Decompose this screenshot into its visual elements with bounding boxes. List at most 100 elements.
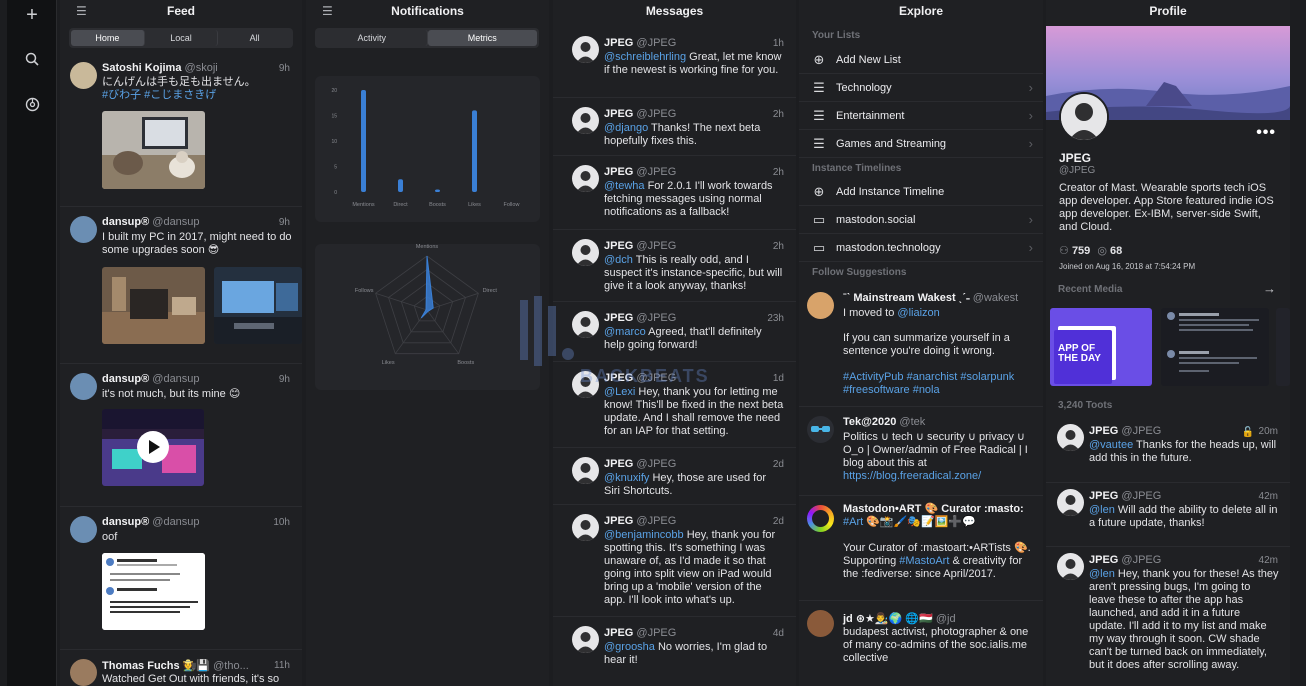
suggestion-link[interactable]: @liaizon	[897, 307, 939, 319]
message-item[interactable]: JPEG @JPEG 2h @dch This is really odd, and…	[553, 231, 796, 302]
profile-avatar[interactable]	[1059, 92, 1109, 142]
message-author[interactable]: JPEG	[604, 515, 633, 527]
arrow-right-icon[interactable]: →	[1263, 281, 1276, 296]
avatar[interactable]	[70, 216, 97, 243]
suggestion-link[interactable]: #MastoArt	[899, 555, 949, 567]
suggestion-link[interactable]: https://blog.freeradical.zone/	[843, 470, 981, 482]
suggestion-item[interactable]: Tek@2020 @tek Politics ∪ tech ∪ security…	[799, 408, 1043, 496]
suggestion-item[interactable]: ˉˋ Mainstream Wakest ˎˊ˗ @wakest I moved…	[799, 284, 1043, 407]
message-author[interactable]: JPEG	[604, 108, 633, 120]
tab-metrics[interactable]: Metrics	[427, 30, 537, 46]
tab-home[interactable]: Home	[71, 30, 145, 46]
avatar[interactable]	[572, 165, 599, 192]
settings-icon[interactable]	[7, 97, 57, 115]
avatar[interactable]	[807, 292, 834, 319]
message-mention[interactable]: @knuxify	[604, 472, 649, 484]
message-mention[interactable]: @tewha	[604, 180, 645, 192]
list-item-entertainment[interactable]: ☰ Entertainment ›	[799, 102, 1043, 130]
post-video[interactable]	[102, 409, 204, 486]
avatar[interactable]	[1057, 424, 1084, 451]
post-author[interactable]: Satoshi Kojima	[102, 62, 181, 74]
toot-item[interactable]: JPEG @JPEG 🔓 20m @vautee Thanks for the hea…	[1046, 418, 1290, 483]
post-hashtags[interactable]: #びわ子 #こじまさきげ	[102, 89, 292, 102]
feed-post[interactable]: Thomas Fuchs 🧑‍🌾💾 @tho... 11h Watched Ge…	[60, 651, 302, 686]
post-author[interactable]: dansup®	[102, 216, 149, 228]
toot-mention[interactable]: @len	[1089, 504, 1115, 516]
toot-item[interactable]: JPEG @JPEG 42m @len Hey, thank you for the…	[1046, 547, 1290, 686]
suggestion-name[interactable]: Mastodon•ART 🎨 Curator :masto:	[843, 503, 1024, 515]
avatar[interactable]	[70, 516, 97, 543]
instance-mastodon-technology[interactable]: ▭ mastodon.technology ›	[799, 234, 1043, 262]
message-mention[interactable]: @schreiblehrling	[604, 51, 686, 63]
avatar[interactable]	[1057, 553, 1084, 580]
followers-count[interactable]: 68	[1110, 245, 1122, 257]
feed-post[interactable]: dansup® @dansup 9h it's not much, but it…	[60, 365, 302, 507]
message-mention[interactable]: @dch	[604, 254, 633, 266]
suggestion-name[interactable]: ˉˋ Mainstream Wakest ˎˊ˗	[843, 292, 970, 304]
more-options-icon[interactable]: •••	[1256, 124, 1276, 142]
avatar[interactable]	[572, 239, 599, 266]
message-item[interactable]: JPEG @JPEG 2h @tewha For 2.0.1 I'll work t…	[553, 157, 796, 230]
toot-author[interactable]: JPEG	[1089, 425, 1118, 437]
tab-all[interactable]: All	[218, 30, 291, 46]
post-image[interactable]	[102, 267, 205, 344]
avatar[interactable]	[572, 36, 599, 63]
avatar[interactable]	[572, 107, 599, 134]
suggestion-tags[interactable]: #ActivityPub #anarchist #solarpunk #free…	[843, 371, 1033, 397]
message-item[interactable]: JPEG @JPEG 2h @django Thanks! The next bet…	[553, 99, 796, 156]
instance-mastodon-social[interactable]: ▭ mastodon.social ›	[799, 206, 1043, 234]
feed-post[interactable]: Satoshi Kojima @skoji 9h にんげんは手も足も出ません。 …	[60, 56, 302, 207]
post-author[interactable]: dansup®	[102, 373, 149, 385]
post-image[interactable]	[102, 553, 205, 630]
avatar[interactable]	[70, 373, 97, 400]
search-icon[interactable]	[7, 52, 57, 69]
avatar[interactable]	[70, 659, 97, 686]
filter-menu-icon[interactable]: ☰	[322, 0, 333, 22]
list-item-technology[interactable]: ☰ Technology ›	[799, 74, 1043, 102]
avatar[interactable]	[572, 371, 599, 398]
suggestion-item[interactable]: jd ⊛★👨‍🎨🌍 🌐🇭🇺 @jd budapest activist, pho…	[799, 602, 1043, 686]
message-item[interactable]: JPEG @JPEG 4d @groosha No worries, I'm gla…	[553, 618, 796, 686]
media-thumb-screenshot[interactable]	[1161, 308, 1269, 386]
post-image[interactable]	[214, 267, 302, 344]
toot-author[interactable]: JPEG	[1089, 554, 1118, 566]
toot-mention[interactable]: @len	[1089, 568, 1115, 580]
message-mention[interactable]: @benjamincobb	[604, 529, 684, 541]
toot-item[interactable]: JPEG @JPEG 42m @len Will add the ability t…	[1046, 483, 1290, 547]
message-mention[interactable]: @django	[604, 122, 648, 134]
toot-author[interactable]: JPEG	[1089, 490, 1118, 502]
suggestion-name[interactable]: jd ⊛★👨‍🎨🌍 🌐🇭🇺	[843, 613, 933, 625]
message-item[interactable]: JPEG @JPEG 1h @schreiblehrling Great, let …	[553, 28, 796, 98]
message-author[interactable]: JPEG	[604, 37, 633, 49]
feed-post[interactable]: dansup® @dansup 9h I built my PC in 2017…	[60, 208, 302, 364]
message-mention[interactable]: @marco	[604, 326, 646, 338]
message-author[interactable]: JPEG	[604, 312, 633, 324]
suggestion-name[interactable]: Tek@2020	[843, 416, 896, 428]
message-item[interactable]: JPEG @JPEG 2d @knuxify Hey, those are used…	[553, 449, 796, 505]
tab-activity[interactable]: Activity	[317, 30, 428, 46]
message-mention[interactable]: @Lexi	[604, 386, 635, 398]
avatar[interactable]	[807, 610, 834, 637]
add-instance-timeline-row[interactable]: ⊕ Add Instance Timeline	[799, 178, 1043, 206]
post-author[interactable]: dansup®	[102, 516, 149, 528]
toot-mention[interactable]: @vautee	[1089, 439, 1133, 451]
message-item[interactable]: JPEG @JPEG 23h @marco Agreed, that'll defi…	[553, 303, 796, 362]
message-author[interactable]: JPEG	[604, 627, 633, 639]
avatar[interactable]	[572, 457, 599, 484]
play-icon[interactable]	[137, 431, 169, 463]
avatar[interactable]	[572, 514, 599, 541]
media-thumb-partial[interactable]	[1276, 308, 1290, 386]
message-item[interactable]: JPEG @JPEG 1d @Lexi Hey, thank you for let…	[553, 363, 796, 448]
message-mention[interactable]: @groosha	[604, 641, 655, 653]
post-author[interactable]: Thomas Fuchs 🧑‍🌾💾	[102, 660, 210, 672]
avatar[interactable]	[807, 505, 834, 532]
avatar[interactable]	[70, 62, 97, 89]
avatar[interactable]	[572, 311, 599, 338]
suggestion-item[interactable]: Mastodon•ART 🎨 Curator :masto: #Art 🎨📸🖌️…	[799, 497, 1043, 601]
message-author[interactable]: JPEG	[604, 372, 633, 384]
message-author[interactable]: JPEG	[604, 458, 633, 470]
plus-icon[interactable]: +	[7, 4, 57, 27]
message-item[interactable]: JPEG @JPEG 2d @benjamincobb Hey, thank you…	[553, 506, 796, 617]
feed-post[interactable]: dansup® @dansup 10h oof	[60, 508, 302, 650]
avatar[interactable]	[1057, 489, 1084, 516]
